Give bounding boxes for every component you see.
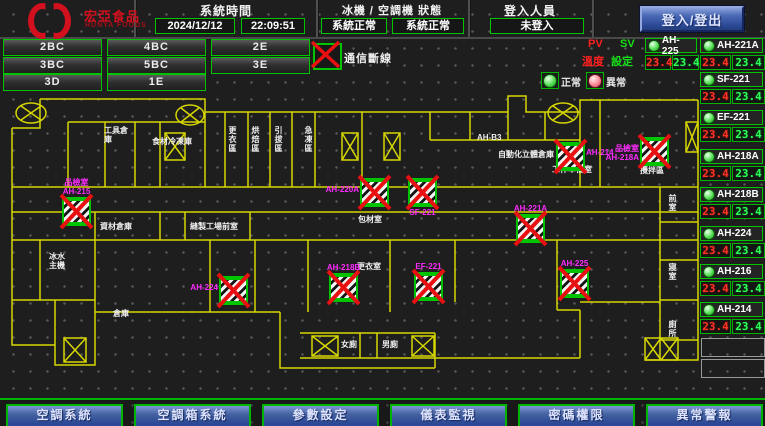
unit-sv-value: 23.4 <box>732 127 765 142</box>
room-label: 自動化立體倉庫 <box>498 150 554 159</box>
disconnect-marker-ah-221a[interactable]: AH-221A <box>516 214 545 243</box>
disconnect-marker-ah-225[interactable]: AH-225 <box>560 269 589 298</box>
unit-name-label: AH-221A <box>717 40 759 51</box>
unit-pv-value: 23.4 <box>700 281 731 296</box>
disconnect-marker-ah-215[interactable]: 品檢室 AH-215 <box>62 197 91 226</box>
red-x-icon <box>405 174 440 211</box>
unit-name-label: SF-221 <box>717 74 750 85</box>
marker-label-ah-218a: 品檢室 AH-218A <box>606 144 639 162</box>
status-led-icon <box>703 74 715 86</box>
room-label: 包材室 <box>358 215 382 224</box>
disconnect-marker-ah-220a[interactable]: AH-220A <box>360 178 389 207</box>
status-led-icon <box>703 266 715 278</box>
unit-name-label: AH-225 <box>662 35 696 57</box>
room-label: 更衣區 <box>228 126 237 153</box>
unit-panel-ah-221a[interactable]: AH-221A <box>700 38 763 53</box>
disconnect-marker-ah-218a[interactable]: 品檢室 AH-218A <box>640 137 669 166</box>
unit-pv-value: 23.4 <box>700 166 731 181</box>
marker-label-ef-221: EF-221 <box>415 262 441 271</box>
unit-panel-ah-225[interactable]: AH-225 <box>645 38 697 53</box>
room-label: 縫製工場前室 <box>190 222 238 231</box>
room-label: 食材冷凍庫 <box>152 137 192 146</box>
status-led-icon <box>703 151 715 163</box>
marker-label-sf-221: SF-221 <box>409 208 435 217</box>
unit-panel-ah-218b[interactable]: AH-218B <box>700 187 763 202</box>
unit-sv-value: 23.4 <box>732 319 765 334</box>
room-label: 工具倉庫 <box>104 126 130 144</box>
disconnect-marker-ah-218b[interactable]: AH-218B <box>329 273 358 302</box>
status-led-icon <box>703 40 715 52</box>
unit-name-label: AH-216 <box>717 266 751 277</box>
unit-pv-value: 23.4 <box>645 55 671 70</box>
marker-label-ah-224: AH-224 <box>190 283 218 292</box>
status-led-icon <box>703 304 715 316</box>
status-led-icon <box>703 189 715 201</box>
unit-panel-ah-216[interactable]: AH-216 <box>700 264 763 279</box>
unit-panel-ah-218a[interactable]: AH-218A <box>700 149 763 164</box>
room-label: 急凍區 <box>304 126 313 153</box>
unit-name-label: EF-221 <box>717 112 750 123</box>
disconnect-marker-ah-224[interactable]: AH-224 <box>219 276 248 305</box>
unit-pv-value: 23.4 <box>700 55 731 70</box>
empty-unit-slot <box>701 359 765 378</box>
unit-name-label: AH-214 <box>717 304 751 315</box>
red-x-icon <box>637 133 672 170</box>
disconnect-marker-sf-221[interactable]: SF-221 <box>408 178 437 207</box>
marker-label-ah-225: AH-225 <box>561 259 589 268</box>
room-label: 女廁 <box>341 340 357 349</box>
unit-name-label: AH-218B <box>717 189 759 200</box>
marker-label-ah-218b: AH-218B <box>327 263 360 272</box>
red-x-icon <box>557 265 592 302</box>
unit-pv-value: 23.4 <box>700 319 731 334</box>
unit-panel-ef-221[interactable]: EF-221 <box>700 110 763 125</box>
unit-sv-value: 23.4 <box>732 55 765 70</box>
unit-pv-value: 23.4 <box>700 89 731 104</box>
status-led-icon <box>648 40 660 52</box>
status-led-icon <box>703 228 715 240</box>
room-label: 前室 <box>668 194 677 212</box>
empty-unit-slot <box>701 338 765 357</box>
unit-sv-value: 23.4 <box>732 281 765 296</box>
shaft-icons <box>64 122 698 362</box>
room-label: 寢室 <box>668 263 677 281</box>
marker-label-ah-221a: AH-221A <box>514 204 547 213</box>
unit-panel-ah-214[interactable]: AH-214 <box>700 302 763 317</box>
room-label: 男廁 <box>382 340 398 349</box>
room-label: 廁所 <box>668 320 677 338</box>
red-x-icon <box>357 174 392 211</box>
red-x-icon <box>553 138 588 175</box>
unit-sv-value: 23.4 <box>672 55 699 70</box>
unit-sv-value: 23.4 <box>732 166 765 181</box>
red-x-icon <box>513 210 548 247</box>
unit-sv-value: 23.4 <box>732 243 765 258</box>
scada-hvac-screen: 宏亞食品 HUNYA FOODS 系統時間 2024/12/12 22:09:5… <box>0 0 765 426</box>
unit-sv-value: 23.4 <box>732 204 765 219</box>
room-label: 冰水主機 <box>49 252 69 270</box>
room-label: 資材倉庫 <box>100 222 132 231</box>
unit-pv-value: 23.4 <box>700 243 731 258</box>
red-x-icon <box>411 268 446 305</box>
room-label: AH-B3 <box>477 133 501 142</box>
marker-label-ah-220a: AH-220A <box>326 185 359 194</box>
marker-label-ah-215: 品檢室 AH-215 <box>63 178 91 196</box>
unit-panel-ah-224[interactable]: AH-224 <box>700 226 763 241</box>
unit-pv-value: 23.4 <box>700 204 731 219</box>
disconnect-marker-ef-221[interactable]: EF-221 <box>414 272 443 301</box>
status-led-icon <box>703 112 715 124</box>
red-x-icon <box>59 193 94 230</box>
unit-pv-value: 23.4 <box>700 127 731 142</box>
disconnect-marker-ah-214[interactable]: AH-214 <box>556 142 585 171</box>
unit-name-label: AH-224 <box>717 228 751 239</box>
unit-sv-value: 23.4 <box>732 89 765 104</box>
unit-panel-sf-221[interactable]: SF-221 <box>700 72 763 87</box>
red-x-icon <box>216 272 251 309</box>
room-label: 引拔區 <box>274 126 283 153</box>
red-x-icon <box>326 269 361 306</box>
room-label: 烘焙區 <box>251 126 260 153</box>
room-label: 倉庫 <box>113 309 129 318</box>
unit-name-label: AH-218A <box>717 151 759 162</box>
